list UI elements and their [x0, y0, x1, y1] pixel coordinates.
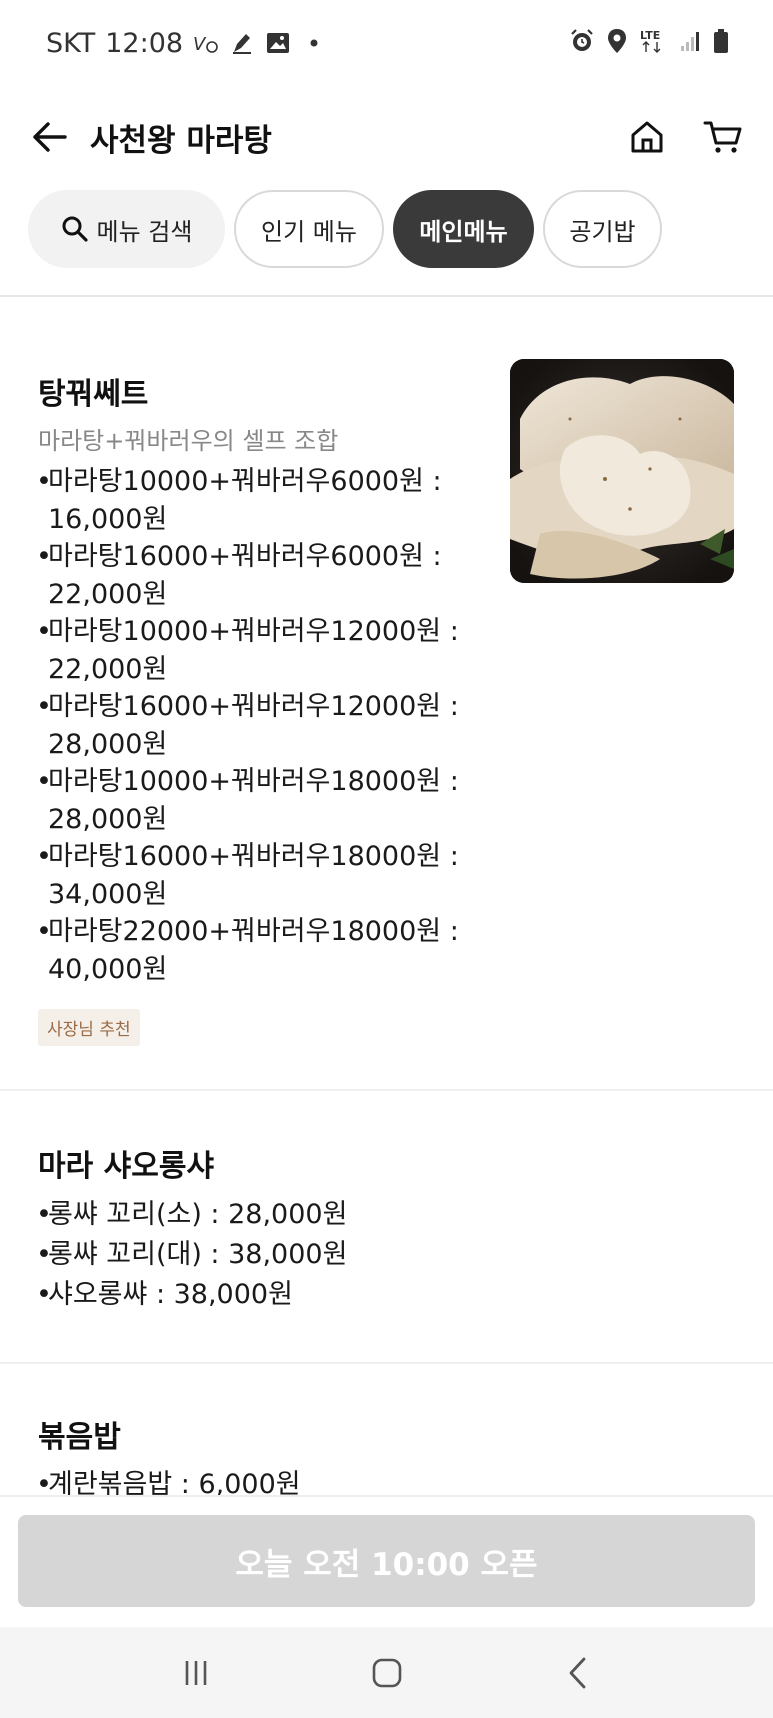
menu-item-title: 탕꿔쎄트 — [38, 377, 149, 412]
price-line: • 마라탕16000+꿔바러우18000원 : 34,000원 — [36, 841, 459, 910]
menu-search-chip[interactable]: 메뉴 검색 — [28, 190, 225, 268]
recent-apps-button[interactable] — [166, 1643, 226, 1703]
home-icon — [631, 121, 663, 153]
status-bar: SKT 12:08 V LTE — [0, 0, 773, 86]
alarm-icon — [569, 28, 595, 58]
menu-item-price-lines: • 계란볶음밥 : 6,000원 — [36, 1466, 301, 1495]
carrier: SKT — [46, 27, 96, 59]
location-icon — [607, 28, 627, 58]
price-line: • 마라탕10000+꿔바러우18000원 : 28,000원 — [36, 766, 459, 835]
edit-icon — [229, 30, 255, 56]
menu-item-tangkwo-set[interactable]: 탕꿔쎄트 마라탕+꿔바러우의 셀프 조합 • 마라탕10000+꿔바러우6000원… — [0, 297, 773, 1091]
store-title: 사천왕 마라탕 — [90, 122, 272, 159]
search-icon — [62, 216, 88, 242]
svg-text:V: V — [193, 34, 207, 54]
menu-list[interactable]: 탕꿔쎄트 마라탕+꿔바러우의 셀프 조합 • 마라탕10000+꿔바러우6000원… — [0, 297, 773, 1495]
menu-item-price-lines: • 마라탕10000+꿔바러우6000원 : 16,000원 • 마라탕16000+… — [36, 463, 459, 988]
system-nav-bar — [0, 1627, 773, 1718]
menu-item-title: 볶음밥 — [38, 1420, 121, 1455]
menu-item-subtitle: 마라탕+꿔바러우의 셀프 조합 — [38, 427, 339, 455]
clock: 12:08 — [105, 27, 184, 59]
dot-icon — [301, 30, 327, 56]
battery-icon — [713, 28, 729, 58]
opening-time-button[interactable]: 오늘 오전 10:00 오픈 — [18, 1515, 755, 1607]
price-line: • 마라탕16000+꿔바러우6000원 : 22,000원 — [36, 541, 442, 610]
lte-icon: LTE — [639, 28, 667, 58]
app-header: 사천왕 마라탕 — [0, 86, 773, 188]
price-line: • 마라탕10000+꿔바러우6000원 : 16,000원 — [36, 466, 442, 535]
chip-main-menu[interactable]: 메인메뉴 — [393, 190, 534, 268]
price-line: • 마라탕16000+꿔바러우12000원 : 28,000원 — [36, 691, 459, 760]
price-line: • 롱쌰 꼬리(대) : 38,000원 — [36, 1239, 348, 1270]
menu-item-mala-crayfish[interactable]: 마라 샤오롱샤 • 롱쌰 꼬리(소) : 28,000원 • 롱쌰 꼬리(대) : … — [0, 1091, 773, 1364]
recent-apps-icon — [185, 1660, 206, 1685]
back-button[interactable] — [30, 117, 70, 157]
svg-text:LTE: LTE — [640, 29, 660, 42]
home-nav-icon — [372, 1658, 401, 1687]
price-line: • 샤오롱쌰 : 38,000원 — [36, 1279, 293, 1310]
recommended-badge: 사장님 추천 — [38, 1009, 140, 1046]
image-icon — [265, 30, 291, 56]
menu-item-price-lines: • 롱쌰 꼬리(소) : 28,000원 • 롱쌰 꼬리(대) : 38,000원 … — [36, 1195, 347, 1315]
signal-icon — [679, 30, 701, 56]
home-nav-button[interactable] — [357, 1643, 417, 1703]
price-line: • 마라탕22000+꿔바러우18000원 : 40,000원 — [36, 916, 459, 985]
arrow-left-icon — [33, 122, 67, 152]
chevron-left-icon — [569, 1657, 585, 1688]
chip-rice[interactable]: 공기밥 — [543, 190, 662, 268]
cart-button[interactable] — [703, 117, 743, 157]
menu-item-title: 마라 샤오롱샤 — [38, 1149, 215, 1184]
menu-item-photo[interactable] — [510, 359, 734, 583]
menu-search-label: 메뉴 검색 — [96, 217, 193, 246]
category-chip-row: 메뉴 검색 인기 메뉴 메인메뉴 공기밥 — [28, 190, 662, 268]
price-line: • 마라탕10000+꿔바러우12000원 : 22,000원 — [36, 616, 459, 685]
price-line: • 계란볶음밥 : 6,000원 — [36, 1469, 301, 1495]
bottom-action-bar: 오늘 오전 10:00 오픈 — [0, 1495, 773, 1627]
volte-icon: V — [193, 30, 219, 56]
home-button[interactable] — [627, 117, 667, 157]
price-line: • 롱쌰 꼬리(소) : 28,000원 — [36, 1199, 348, 1230]
back-nav-button[interactable] — [548, 1643, 608, 1703]
chip-popular-menu[interactable]: 인기 메뉴 — [234, 190, 384, 268]
cart-icon — [703, 121, 742, 153]
menu-item-fried-rice[interactable]: 볶음밥 • 계란볶음밥 : 6,000원 — [0, 1364, 773, 1495]
